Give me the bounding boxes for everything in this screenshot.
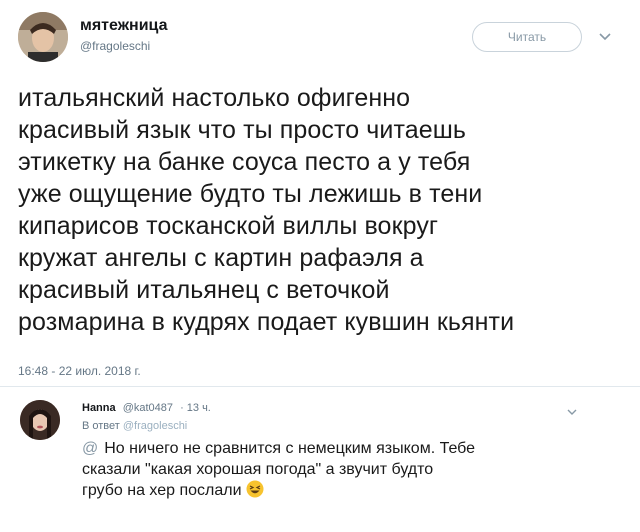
tweet-text-line: этикетку на банке соуса песто а у тебя <box>18 148 471 176</box>
divider <box>0 386 640 387</box>
tweet-text-line: итальянский настолько офигенно <box>18 84 411 112</box>
tweet-text-line: кипарисов тосканской виллы вокруг <box>18 212 439 240</box>
chevron-down-icon[interactable] <box>598 30 612 44</box>
reply-user-handle[interactable]: @kat0487 <box>123 402 173 414</box>
reply-header: Hanna @kat0487 · 13 ч. <box>82 402 211 414</box>
reply-text-line: @ Но ничего не сравнится с немецким языко… <box>82 438 602 459</box>
reply-text-line: грубо на хер послали <box>82 480 602 501</box>
reply-text: @ Но ничего не сравнится с немецким языко… <box>82 438 602 501</box>
reply-to-handle[interactable]: @fragoleschi <box>123 420 187 432</box>
user-handle[interactable]: @fragoleschi <box>80 39 150 53</box>
tweet-text-line: красивый язык что ты просто читаешь <box>18 116 467 144</box>
reply-avatar[interactable] <box>20 400 60 440</box>
reply-text-segment: грубо на хер послали <box>82 482 242 499</box>
tweet-text-line: красивый итальянец с веточкой <box>18 276 390 304</box>
reply-to-prefix: В ответ <box>82 420 120 432</box>
reply-text-line: сказали "какая хорошая погода" а звучит … <box>82 461 434 478</box>
reply-display-name[interactable]: Hanna <box>82 402 116 414</box>
tweet-text: итальянский настолько офигенно красивый … <box>18 82 628 338</box>
avatar-photo <box>18 12 68 62</box>
follow-button[interactable]: Читать <box>472 22 582 52</box>
tweet-timestamp[interactable]: 16:48 - 22 июл. 2018 г. <box>18 364 141 378</box>
reply-time[interactable]: · 13 ч. <box>180 402 211 414</box>
laughing-face-icon <box>246 480 264 498</box>
tweet-text-line: кружат ангелы с картин рафаэля а <box>18 244 424 272</box>
reply-tweet: Hanna @kat0487 · 13 ч. В ответ @fragoles… <box>0 390 640 532</box>
reply-to-line: В ответ @fragoleschi <box>82 420 187 432</box>
reply-avatar-photo <box>20 400 60 440</box>
reply-text-segment: Но ничего не сравнится с немецким языком… <box>104 440 476 457</box>
avatar[interactable] <box>18 12 68 62</box>
display-name[interactable]: мятежница <box>80 17 167 35</box>
tweet-text-line: розмарина в кудрях подает кувшин кьянти <box>18 308 515 336</box>
chevron-down-icon[interactable] <box>566 406 578 418</box>
at-icon: @ <box>82 440 99 457</box>
tweet-text-line: уже ощущение будто ты лежишь в тени <box>18 180 483 208</box>
